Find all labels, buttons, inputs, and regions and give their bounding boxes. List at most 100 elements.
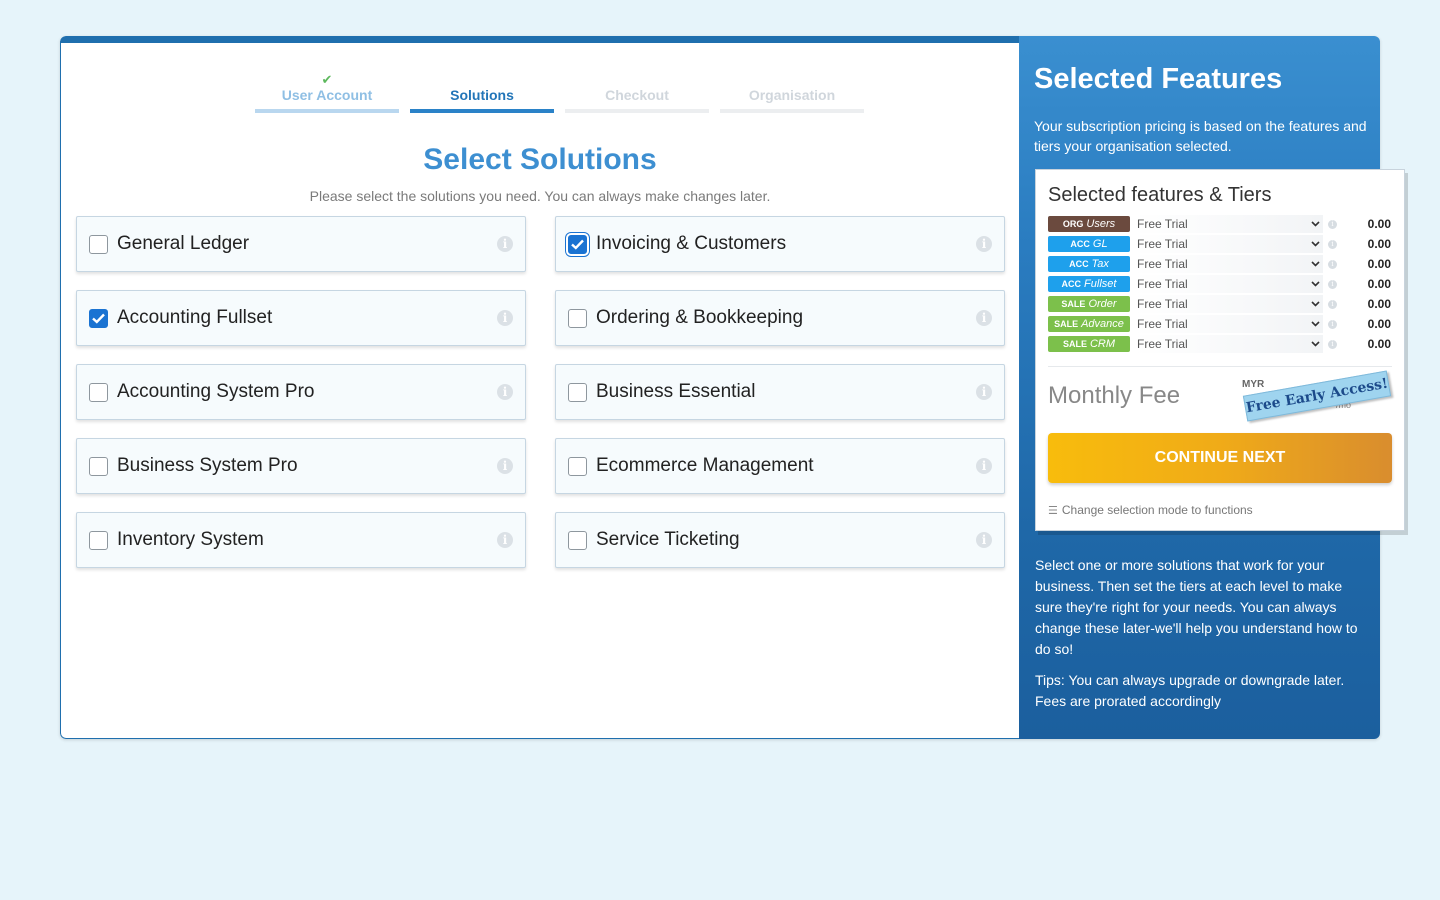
- feature-name: Order: [1088, 298, 1117, 310]
- free-early-access-stamp: Free Early Access!: [1242, 370, 1392, 422]
- solution-option[interactable]: Service Ticketing i: [555, 512, 1005, 568]
- solution-checkbox[interactable]: [89, 308, 108, 328]
- info-icon[interactable]: i: [976, 384, 992, 400]
- solution-checkbox[interactable]: [89, 456, 108, 476]
- feature-badge: ACC Fullset: [1048, 276, 1130, 292]
- feature-price: 0.00: [1367, 237, 1391, 251]
- tier-value: Free Trial: [1137, 217, 1188, 231]
- tier-select[interactable]: Free Trial: [1134, 235, 1323, 253]
- feature-badge: ORG Users: [1048, 216, 1130, 232]
- solution-checkbox[interactable]: [568, 456, 587, 476]
- change-selection-mode-link[interactable]: ☰ Change selection mode to functions: [1048, 503, 1253, 517]
- feature-badge: ACC GL: [1048, 236, 1130, 252]
- feature-name: CRM: [1089, 338, 1116, 350]
- solution-name: Business System Pro: [117, 455, 298, 476]
- solution-option[interactable]: Accounting Fullset i: [76, 290, 526, 346]
- solution-checkbox[interactable]: [568, 308, 587, 328]
- tier-value: Free Trial: [1137, 297, 1188, 311]
- solution-option[interactable]: Accounting System Pro i: [76, 364, 526, 420]
- tier-select[interactable]: Free Trial: [1134, 215, 1323, 233]
- continue-next-button[interactable]: CONTINUE NEXT: [1048, 433, 1392, 483]
- solution-checkbox[interactable]: [568, 382, 587, 402]
- info-icon[interactable]: i: [497, 532, 513, 548]
- step-user-account[interactable]: ✔ User Account: [255, 73, 399, 113]
- currency-label: MYR: [1242, 379, 1265, 390]
- step-progress-bar: [720, 109, 864, 113]
- step-label: Organisation: [748, 87, 836, 103]
- tier-select[interactable]: Free Trial: [1134, 255, 1323, 273]
- solution-checkbox[interactable]: [568, 530, 587, 550]
- feature-name: Fullset: [1084, 278, 1117, 290]
- solution-name: Accounting Fullset: [117, 307, 273, 328]
- solution-checkbox[interactable]: [89, 530, 108, 550]
- step-label: Solutions: [450, 87, 514, 103]
- info-icon[interactable]: i: [1328, 340, 1337, 349]
- tier-select[interactable]: Free Trial: [1134, 315, 1323, 333]
- step-checkout[interactable]: Checkout: [565, 73, 709, 113]
- info-icon[interactable]: i: [976, 236, 992, 252]
- solution-checkbox[interactable]: [568, 234, 587, 254]
- solution-option[interactable]: General Ledger i: [76, 216, 526, 272]
- feature-tag: SALE: [1054, 319, 1079, 329]
- info-icon[interactable]: i: [976, 532, 992, 548]
- feature-tag: ACC: [1069, 259, 1089, 269]
- feature-name: Tax: [1091, 258, 1109, 270]
- tier-select[interactable]: Free Trial: [1134, 295, 1323, 313]
- info-icon[interactable]: i: [976, 310, 992, 326]
- info-icon[interactable]: i: [497, 236, 513, 252]
- solution-checkbox[interactable]: [89, 234, 108, 254]
- info-icon[interactable]: i: [497, 384, 513, 400]
- chevron-down-icon: [1311, 335, 1320, 360]
- feature-price: 0.00: [1367, 217, 1391, 231]
- step-label: Checkout: [605, 87, 669, 103]
- info-icon[interactable]: i: [497, 310, 513, 326]
- step-label: User Account: [281, 87, 373, 103]
- feature-row: ORG Users Free Trial i 0.00: [1048, 214, 1391, 234]
- tier-select[interactable]: Free Trial: [1134, 275, 1323, 293]
- solution-option[interactable]: Ordering & Bookkeeping i: [555, 290, 1005, 346]
- solution-option[interactable]: Inventory System i: [76, 512, 526, 568]
- feature-row: SALE CRM Free Trial i 0.00: [1048, 334, 1391, 354]
- feature-tag: SALE: [1062, 339, 1087, 349]
- solution-name: Inventory System: [117, 529, 264, 550]
- feature-price: 0.00: [1367, 277, 1391, 291]
- solution-option[interactable]: Business Essential i: [555, 364, 1005, 420]
- feature-tag: SALE: [1061, 299, 1086, 309]
- info-icon[interactable]: i: [1328, 280, 1337, 289]
- sliders-icon: ☰: [1048, 504, 1058, 517]
- solutions-pane: ✔ User Account Solutions Checkout Organi…: [60, 36, 1019, 739]
- solution-name: Invoicing & Customers: [596, 233, 787, 254]
- info-icon[interactable]: i: [497, 458, 513, 474]
- info-icon[interactable]: i: [1328, 240, 1337, 249]
- solution-option[interactable]: Ecommerce Management i: [555, 438, 1005, 494]
- panel-tips-text: Tips: You can always upgrade or downgrad…: [1035, 672, 1345, 709]
- step-solutions[interactable]: Solutions: [410, 73, 554, 113]
- solution-name: Ecommerce Management: [596, 455, 814, 476]
- solution-name: Business Essential: [596, 381, 756, 402]
- feature-badge: SALE Order: [1048, 296, 1130, 312]
- step-organisation[interactable]: Organisation: [720, 73, 864, 113]
- info-icon[interactable]: i: [1328, 220, 1337, 229]
- solution-name: General Ledger: [117, 233, 250, 254]
- feature-row: SALE Advance Free Trial i 0.00: [1048, 314, 1391, 334]
- info-icon[interactable]: i: [976, 458, 992, 474]
- solution-option[interactable]: Business System Pro i: [76, 438, 526, 494]
- feature-badge: SALE Advance: [1048, 316, 1130, 332]
- solution-checkbox[interactable]: [89, 382, 108, 402]
- feature-name: GL: [1092, 238, 1108, 250]
- info-icon[interactable]: i: [1328, 320, 1337, 329]
- feature-price: 0.00: [1367, 317, 1391, 331]
- features-box-title: Selected features & Tiers: [1048, 184, 1272, 206]
- tier-select[interactable]: Free Trial: [1134, 335, 1323, 353]
- info-icon[interactable]: i: [1328, 260, 1337, 269]
- tier-value: Free Trial: [1137, 277, 1188, 291]
- features-tiers-box: Selected features & Tiers ORG Users Free T…: [1035, 169, 1405, 531]
- info-icon[interactable]: i: [1328, 300, 1337, 309]
- page-subtitle: Please select the solutions you need. Yo…: [309, 188, 771, 204]
- solutions-grid: General Ledger i Invoicing & Customers i Acc…: [76, 216, 1005, 568]
- solution-option[interactable]: Invoicing & Customers i: [555, 216, 1005, 272]
- tier-value: Free Trial: [1137, 257, 1188, 271]
- panel-description: Your subscription pricing is based on th…: [1034, 118, 1367, 154]
- feature-badge: SALE CRM: [1048, 336, 1130, 352]
- solution-name: Service Ticketing: [596, 529, 740, 550]
